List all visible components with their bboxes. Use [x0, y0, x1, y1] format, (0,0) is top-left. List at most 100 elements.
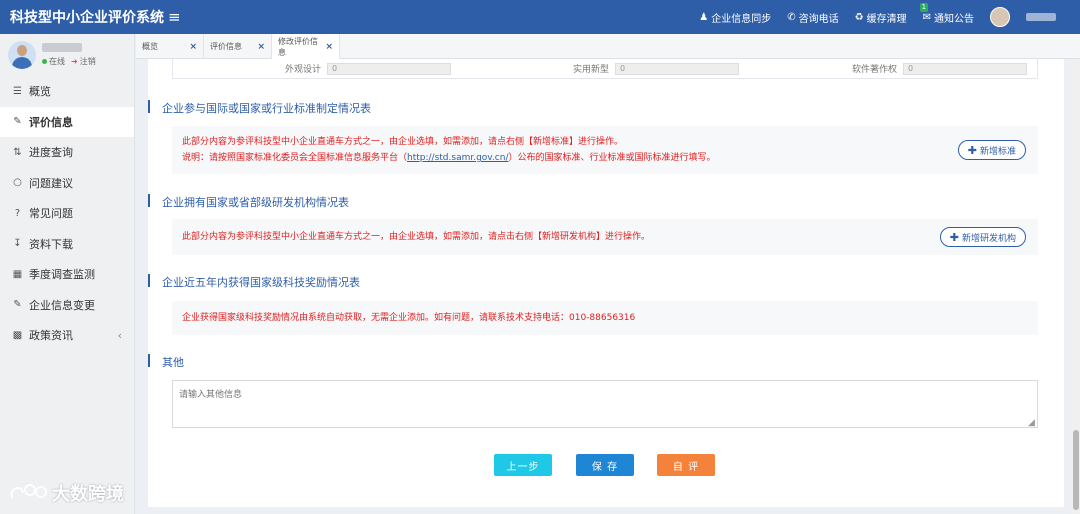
top-actions: ♟ 企业信息同步 ✆ 咨询电话 ♻ 缓存清理 1 ✉ 通知公告: [699, 2, 1080, 27]
consult-phone-label: 咨询电话: [798, 13, 839, 25]
awards-section-title: 企业近五年内获得国家级科技奖励情况表: [148, 274, 360, 290]
menu-toggle-icon[interactable]: ≡: [168, 8, 181, 26]
avatar: [8, 41, 36, 69]
utility-model-field: 0: [615, 62, 739, 75]
watermark: 大数跨境: [8, 480, 124, 506]
tab-edit-evaluation-info[interactable]: 修改评价信息 ×: [272, 34, 340, 59]
user-panel: 在线 ➜ 注销: [0, 34, 134, 76]
scrollbar-thumb[interactable]: [1073, 430, 1079, 510]
watermark-text: 大数跨境: [52, 484, 124, 505]
add-standard-button[interactable]: ✚ 新增标准: [957, 140, 1026, 160]
sidebar-item-label: 问题建议: [29, 176, 73, 190]
username-blurred: [42, 43, 82, 52]
online-status: 在线: [42, 56, 65, 67]
tab-label: 评价信息: [210, 42, 242, 51]
watermark-logo-icon: [10, 484, 47, 499]
sidebar-item-overview[interactable]: ☰ 概览: [0, 76, 134, 107]
top-navbar: 科技型中小企业评价系统 ≡ ♟ 企业信息同步 ✆ 咨询电话 ♻ 缓存清理 1 ✉…: [0, 0, 1080, 34]
samr-link[interactable]: http://std.samr.gov.cn/: [407, 153, 508, 163]
sidebar-item-faq[interactable]: ? 常见问题: [0, 198, 134, 229]
notice-badge: 1: [919, 2, 929, 12]
utility-model-label: 实用新型: [572, 65, 609, 75]
username-blurred[interactable]: [1026, 13, 1056, 21]
user-avatar-top[interactable]: [990, 7, 1010, 27]
sidebar-item-policy-news[interactable]: ▩ 政策资讯 ‹: [0, 320, 134, 351]
rnd-notice-line1: 此部分内容为参评科技型中小企业直通车方式之一，由企业选填，如需添加，请点击右侧【…: [182, 232, 651, 242]
rnd-section-title: 企业拥有国家或省部级研发机构情况表: [148, 194, 349, 210]
sort-icon: ⇅: [13, 146, 22, 158]
sync-company-info-link[interactable]: ♟ 企业信息同步: [699, 10, 771, 25]
sync-company-info-label: 企业信息同步: [711, 13, 772, 25]
add-standard-label: 新增标准: [979, 146, 1016, 157]
chevron-left-icon: ‹: [117, 328, 122, 342]
sidebar: 在线 ➜ 注销 ☰ 概览 ✎ 评价信息 ⇅ 进度查询 ○ 问题建议 ? 常见问题 …: [0, 34, 135, 514]
plus-icon: ✚: [967, 143, 977, 157]
sidebar-item-label: 政策资讯: [29, 329, 73, 343]
previous-step-button[interactable]: 上一步: [494, 454, 552, 476]
other-info-textarea[interactable]: [172, 380, 1038, 428]
sidebar-item-evaluation-info[interactable]: ✎ 评价信息: [0, 106, 134, 137]
sidebar-item-quarterly-survey[interactable]: ▦ 季度调查监测: [0, 259, 134, 290]
tab-label: 概览: [142, 42, 158, 51]
clear-cache-label: 缓存清理: [866, 13, 907, 25]
grid-icon: ▦: [12, 268, 23, 280]
self-evaluate-button[interactable]: 自 评: [657, 454, 715, 476]
layers-icon: ☰: [13, 85, 22, 97]
resize-grip-icon[interactable]: ◢: [1028, 418, 1035, 428]
standards-notice-line2: 说明：请按照国家标准化委员会全国标准信息服务平台（http://std.samr…: [182, 153, 716, 163]
phone-icon: ✆: [787, 11, 796, 23]
question-icon: ?: [14, 207, 21, 219]
software-copyright-label: 软件著作权: [851, 65, 897, 75]
user-icon: ♟: [699, 11, 709, 23]
logout-link[interactable]: ➜ 注销: [71, 56, 96, 67]
standards-section-title: 企业参与国际或国家或行业标准制定情况表: [148, 100, 371, 116]
other-section-title: 其他: [148, 354, 184, 370]
rnd-notice: 此部分内容为参评科技型中小企业直通车方式之一，由企业选填，如需添加，请点击右侧【…: [172, 219, 1038, 255]
online-dot-icon: [42, 59, 47, 64]
download-icon: ↧: [13, 238, 22, 250]
comment-icon: ○: [13, 177, 22, 189]
list-icon: ▩: [12, 329, 23, 341]
sidebar-item-downloads[interactable]: ↧ 资料下载: [0, 229, 134, 260]
standards-notice-line1: 此部分内容为参评科技型中小企业直通车方式之一，由企业选填，如需添加，请点右侧【新…: [182, 137, 624, 147]
close-icon[interactable]: ×: [257, 42, 265, 52]
sidebar-item-label: 资料下载: [29, 237, 73, 251]
clear-cache-link[interactable]: ♻ 缓存清理: [855, 10, 907, 25]
add-rnd-label: 新增研发机构: [961, 233, 1016, 244]
ip-summary-row: 外观设计 0 实用新型 0 软件著作权 0: [172, 59, 1038, 79]
sidebar-item-progress[interactable]: ⇅ 进度查询: [0, 137, 134, 168]
awards-notice: 企业获得国家级科技奖励情况由系统自动获取，无需企业添加。如有问题，请联系技术支持…: [172, 301, 1038, 335]
mail-icon: ✉: [922, 11, 931, 23]
tab-evaluation-info[interactable]: 评价信息 ×: [204, 34, 272, 59]
add-rnd-institution-button[interactable]: ✚ 新增研发机构: [939, 227, 1026, 247]
tab-bar: 概览 × 评价信息 × 修改评价信息 ×: [136, 34, 1080, 59]
consult-phone-link[interactable]: ✆ 咨询电话: [787, 10, 838, 25]
notice-label: 通知公告: [934, 13, 974, 25]
edit-icon: ✎: [13, 299, 22, 311]
tab-overview[interactable]: 概览 ×: [136, 34, 204, 59]
close-icon[interactable]: ×: [189, 42, 197, 52]
sidebar-item-label: 进度查询: [29, 146, 73, 160]
tab-label: 修改评价信息: [278, 36, 318, 57]
sidebar-item-label: 季度调查监测: [29, 268, 95, 282]
standards-notice: 此部分内容为参评科技型中小企业直通车方式之一，由企业选填，如需添加，请点右侧【新…: [172, 126, 1038, 174]
sidebar-item-label: 评价信息: [29, 115, 73, 129]
edit-icon: ✎: [13, 116, 22, 128]
sidebar-item-label: 常见问题: [29, 207, 73, 221]
notice-link[interactable]: 1 ✉ 通知公告: [919, 2, 974, 25]
plus-icon: ✚: [949, 230, 959, 244]
sidebar-item-company-change[interactable]: ✎ 企业信息变更: [0, 290, 134, 321]
design-patent-label: 外观设计: [284, 65, 321, 75]
logout-icon: ➜: [71, 57, 78, 66]
sidebar-item-suggestions[interactable]: ○ 问题建议: [0, 168, 134, 199]
save-button[interactable]: 保 存: [576, 454, 634, 476]
awards-notice-line1: 企业获得国家级科技奖励情况由系统自动获取，无需企业添加。如有问题，请联系技术支持…: [182, 313, 636, 323]
close-icon[interactable]: ×: [325, 42, 333, 52]
design-patent-field: 0: [327, 62, 451, 75]
main-content: 外观设计 0 实用新型 0 软件著作权 0 企业参与国际或国家或行业标准制定情况…: [148, 59, 1064, 507]
sidebar-item-label: 企业信息变更: [29, 298, 95, 312]
software-copyright-field: 0: [903, 62, 1027, 75]
app-title: 科技型中小企业评价系统: [10, 10, 164, 26]
sidebar-item-label: 概览: [29, 85, 51, 99]
refresh-icon: ♻: [854, 11, 864, 23]
